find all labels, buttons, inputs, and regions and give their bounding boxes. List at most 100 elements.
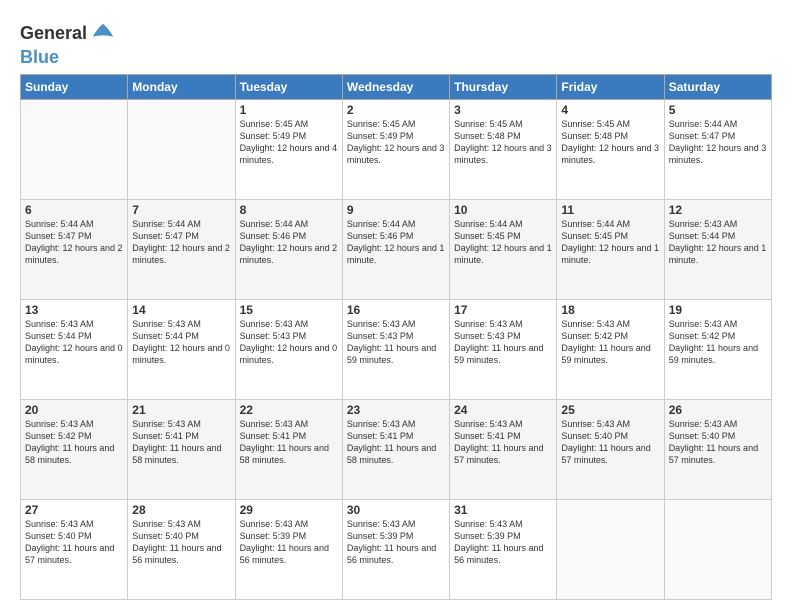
calendar-cell: 11Sunrise: 5:44 AMSunset: 5:45 PMDayligh… <box>557 199 664 299</box>
cell-details: Sunrise: 5:43 AMSunset: 5:44 PMDaylight:… <box>669 218 767 267</box>
calendar-cell: 29Sunrise: 5:43 AMSunset: 5:39 PMDayligh… <box>235 499 342 599</box>
cell-details: Sunrise: 5:43 AMSunset: 5:41 PMDaylight:… <box>454 418 552 467</box>
logo-text: General <box>20 24 87 44</box>
calendar-cell: 22Sunrise: 5:43 AMSunset: 5:41 PMDayligh… <box>235 399 342 499</box>
calendar-cell: 14Sunrise: 5:43 AMSunset: 5:44 PMDayligh… <box>128 299 235 399</box>
cell-details: Sunrise: 5:43 AMSunset: 5:41 PMDaylight:… <box>240 418 338 467</box>
day-header-thursday: Thursday <box>450 74 557 99</box>
calendar-cell: 19Sunrise: 5:43 AMSunset: 5:42 PMDayligh… <box>664 299 771 399</box>
logo-icon <box>89 20 117 48</box>
cell-details: Sunrise: 5:44 AMSunset: 5:47 PMDaylight:… <box>669 118 767 167</box>
day-number: 21 <box>132 403 230 417</box>
calendar-cell: 2Sunrise: 5:45 AMSunset: 5:49 PMDaylight… <box>342 99 449 199</box>
calendar-cell <box>664 499 771 599</box>
calendar-cell: 21Sunrise: 5:43 AMSunset: 5:41 PMDayligh… <box>128 399 235 499</box>
day-number: 14 <box>132 303 230 317</box>
day-number: 17 <box>454 303 552 317</box>
day-number: 4 <box>561 103 659 117</box>
day-number: 7 <box>132 203 230 217</box>
cell-details: Sunrise: 5:43 AMSunset: 5:42 PMDaylight:… <box>561 318 659 367</box>
calendar-cell: 24Sunrise: 5:43 AMSunset: 5:41 PMDayligh… <box>450 399 557 499</box>
day-number: 10 <box>454 203 552 217</box>
cell-details: Sunrise: 5:44 AMSunset: 5:46 PMDaylight:… <box>347 218 445 267</box>
header: General Blue <box>20 16 772 68</box>
calendar-cell: 5Sunrise: 5:44 AMSunset: 5:47 PMDaylight… <box>664 99 771 199</box>
cell-details: Sunrise: 5:43 AMSunset: 5:42 PMDaylight:… <box>25 418 123 467</box>
calendar-cell: 12Sunrise: 5:43 AMSunset: 5:44 PMDayligh… <box>664 199 771 299</box>
day-number: 23 <box>347 403 445 417</box>
cell-details: Sunrise: 5:45 AMSunset: 5:48 PMDaylight:… <box>454 118 552 167</box>
day-header-saturday: Saturday <box>664 74 771 99</box>
calendar-week-1: 1Sunrise: 5:45 AMSunset: 5:49 PMDaylight… <box>21 99 772 199</box>
day-number: 5 <box>669 103 767 117</box>
day-number: 6 <box>25 203 123 217</box>
calendar-cell: 3Sunrise: 5:45 AMSunset: 5:48 PMDaylight… <box>450 99 557 199</box>
cell-details: Sunrise: 5:43 AMSunset: 5:40 PMDaylight:… <box>669 418 767 467</box>
cell-details: Sunrise: 5:45 AMSunset: 5:48 PMDaylight:… <box>561 118 659 167</box>
page: General Blue SundayMondayTuesdayWednesda… <box>0 0 792 612</box>
day-number: 3 <box>454 103 552 117</box>
cell-details: Sunrise: 5:43 AMSunset: 5:41 PMDaylight:… <box>132 418 230 467</box>
calendar-cell: 27Sunrise: 5:43 AMSunset: 5:40 PMDayligh… <box>21 499 128 599</box>
day-header-friday: Friday <box>557 74 664 99</box>
calendar-cell: 10Sunrise: 5:44 AMSunset: 5:45 PMDayligh… <box>450 199 557 299</box>
cell-details: Sunrise: 5:43 AMSunset: 5:39 PMDaylight:… <box>347 518 445 567</box>
calendar-cell: 9Sunrise: 5:44 AMSunset: 5:46 PMDaylight… <box>342 199 449 299</box>
day-number: 16 <box>347 303 445 317</box>
day-number: 2 <box>347 103 445 117</box>
calendar-cell: 28Sunrise: 5:43 AMSunset: 5:40 PMDayligh… <box>128 499 235 599</box>
calendar-table: SundayMondayTuesdayWednesdayThursdayFrid… <box>20 74 772 600</box>
day-number: 15 <box>240 303 338 317</box>
calendar-cell: 4Sunrise: 5:45 AMSunset: 5:48 PMDaylight… <box>557 99 664 199</box>
calendar-cell: 7Sunrise: 5:44 AMSunset: 5:47 PMDaylight… <box>128 199 235 299</box>
day-number: 18 <box>561 303 659 317</box>
logo-blue: Blue <box>20 48 117 68</box>
cell-details: Sunrise: 5:43 AMSunset: 5:40 PMDaylight:… <box>25 518 123 567</box>
calendar-cell <box>128 99 235 199</box>
calendar-cell: 18Sunrise: 5:43 AMSunset: 5:42 PMDayligh… <box>557 299 664 399</box>
calendar-cell: 6Sunrise: 5:44 AMSunset: 5:47 PMDaylight… <box>21 199 128 299</box>
cell-details: Sunrise: 5:43 AMSunset: 5:43 PMDaylight:… <box>454 318 552 367</box>
day-number: 20 <box>25 403 123 417</box>
cell-details: Sunrise: 5:44 AMSunset: 5:45 PMDaylight:… <box>561 218 659 267</box>
day-number: 9 <box>347 203 445 217</box>
cell-details: Sunrise: 5:44 AMSunset: 5:46 PMDaylight:… <box>240 218 338 267</box>
calendar-cell: 13Sunrise: 5:43 AMSunset: 5:44 PMDayligh… <box>21 299 128 399</box>
day-header-wednesday: Wednesday <box>342 74 449 99</box>
day-number: 29 <box>240 503 338 517</box>
day-number: 8 <box>240 203 338 217</box>
calendar-cell: 30Sunrise: 5:43 AMSunset: 5:39 PMDayligh… <box>342 499 449 599</box>
calendar-header-row: SundayMondayTuesdayWednesdayThursdayFrid… <box>21 74 772 99</box>
cell-details: Sunrise: 5:43 AMSunset: 5:44 PMDaylight:… <box>25 318 123 367</box>
day-number: 24 <box>454 403 552 417</box>
day-number: 30 <box>347 503 445 517</box>
day-header-sunday: Sunday <box>21 74 128 99</box>
day-number: 19 <box>669 303 767 317</box>
cell-details: Sunrise: 5:43 AMSunset: 5:40 PMDaylight:… <box>132 518 230 567</box>
cell-details: Sunrise: 5:43 AMSunset: 5:39 PMDaylight:… <box>454 518 552 567</box>
day-number: 26 <box>669 403 767 417</box>
calendar-week-4: 20Sunrise: 5:43 AMSunset: 5:42 PMDayligh… <box>21 399 772 499</box>
cell-details: Sunrise: 5:43 AMSunset: 5:43 PMDaylight:… <box>240 318 338 367</box>
calendar-cell: 16Sunrise: 5:43 AMSunset: 5:43 PMDayligh… <box>342 299 449 399</box>
calendar-week-2: 6 Sunrise: 5:44 AMSunset: 5:47 PMDaylight… <box>21 199 772 299</box>
day-number: 25 <box>561 403 659 417</box>
day-number: 13 <box>25 303 123 317</box>
calendar-week-5: 27Sunrise: 5:43 AMSunset: 5:40 PMDayligh… <box>21 499 772 599</box>
cell-details: Sunrise: 5:45 AMSunset: 5:49 PMDaylight:… <box>240 118 338 167</box>
calendar-cell: 15Sunrise: 5:43 AMSunset: 5:43 PMDayligh… <box>235 299 342 399</box>
cell-details: Sunrise: 5:45 AMSunset: 5:49 PMDaylight:… <box>347 118 445 167</box>
day-number: 1 <box>240 103 338 117</box>
calendar-cell: 8Sunrise: 5:44 AMSunset: 5:46 PMDaylight… <box>235 199 342 299</box>
cell-details: Sunrise: 5:44 AMSunset: 5:47 PMDaylight:… <box>132 218 230 267</box>
cell-details: Sunrise: 5:43 AMSunset: 5:43 PMDaylight:… <box>347 318 445 367</box>
day-header-tuesday: Tuesday <box>235 74 342 99</box>
calendar-cell <box>557 499 664 599</box>
day-header-monday: Monday <box>128 74 235 99</box>
cell-details: Sunrise: 5:43 AMSunset: 5:39 PMDaylight:… <box>240 518 338 567</box>
calendar-cell: 26Sunrise: 5:43 AMSunset: 5:40 PMDayligh… <box>664 399 771 499</box>
day-number: 22 <box>240 403 338 417</box>
cell-details: Sunrise: 5:43 AMSunset: 5:42 PMDaylight:… <box>669 318 767 367</box>
day-number: 27 <box>25 503 123 517</box>
day-number: 11 <box>561 203 659 217</box>
